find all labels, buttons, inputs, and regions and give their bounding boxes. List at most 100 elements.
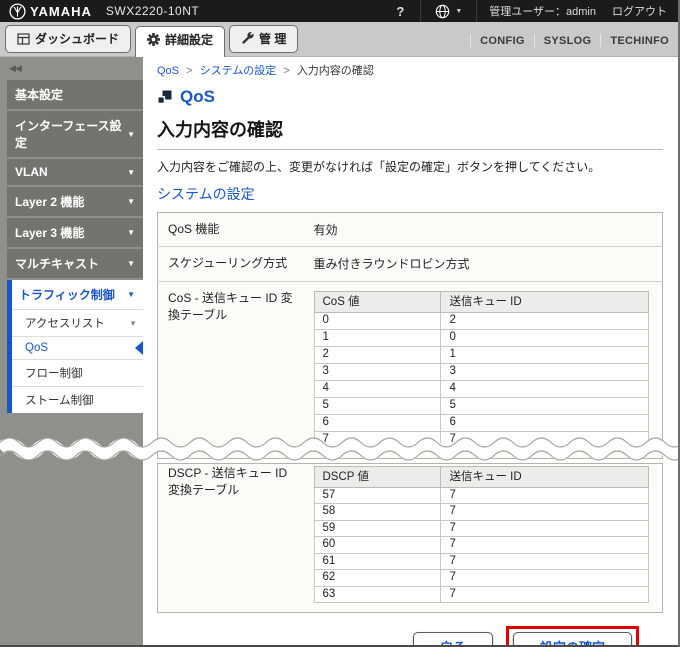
tab-label: 管 理: [259, 32, 287, 46]
breadcrumb-separator: >: [283, 65, 290, 77]
table-cell: 1: [313, 328, 442, 347]
table-cell: 59: [313, 520, 442, 538]
table-row: 62 7: [313, 569, 649, 587]
instruction-text: 入力内容をご確認の上、変更がなければ「設定の確定」ボタンを押してください。: [157, 160, 601, 174]
table-cell: 3: [313, 362, 442, 381]
cos-queue-mapping-table: CoS 値 送信キュー ID 0210213344556677: [313, 290, 649, 449]
logout-button[interactable]: ログアウト: [606, 3, 669, 19]
sidebar-group-traffic-control: トラフィック制御 ▼ アクセスリスト ▼ QoS フロー制御 ストーム制御: [7, 280, 143, 413]
summary-value: 有効: [313, 223, 338, 237]
sidebar-item-label: 基本設定: [15, 88, 64, 102]
red-annotation-box: 設定の確定: [505, 626, 639, 645]
sidebar-item-flow-control[interactable]: フロー制御: [12, 359, 143, 386]
table-row: 33: [313, 362, 649, 381]
title-divider: [157, 149, 663, 150]
table-cell: 0: [440, 328, 649, 347]
qos-section-icon: [157, 90, 172, 104]
table-row: 02: [313, 312, 649, 330]
table-cell: 1: [440, 345, 649, 364]
sidebar-item-label: QoS: [25, 342, 49, 354]
column-header: 送信キュー ID: [440, 290, 649, 313]
sidebar-item-basic-settings[interactable]: 基本設定: [7, 80, 143, 109]
table-row: 59 7: [313, 520, 649, 538]
summary-value: CoS 値 送信キュー ID 0210213344556677: [303, 280, 663, 459]
table-row: 63 7: [313, 586, 649, 604]
table-cell: 7: [440, 487, 649, 505]
syslog-link[interactable]: SYSLOG: [544, 35, 592, 47]
sidebar-item-label: Layer 3 機能: [15, 226, 85, 240]
tab-bar-links: CONFIG SYSLOG TECHINFO: [470, 34, 675, 56]
link-divider: [533, 34, 535, 47]
dscp-queue-mapping-table: DSCP 値 送信キュー ID 57 7 58 7 59 7 60 7 61 7 62 7 63 7: [313, 465, 649, 604]
sidebar-item-vlan[interactable]: VLAN ▼: [7, 159, 143, 185]
chevron-down-icon: ▼: [127, 197, 135, 206]
sidebar-item-layer2[interactable]: Layer 2 機能 ▼: [7, 187, 143, 216]
table-row: 55: [313, 396, 649, 415]
sidebar-item-multicast[interactable]: マルチキャスト ▼: [7, 249, 143, 278]
table-cell: 7: [440, 520, 649, 538]
sidebar-item-access-list[interactable]: アクセスリスト ▼: [12, 309, 143, 336]
back-button[interactable]: 戻る: [412, 632, 493, 645]
table-cell: 7: [440, 569, 649, 587]
sidebar-item-qos[interactable]: QoS: [12, 336, 143, 359]
summary-value: 重み付きラウンドロビン方式: [303, 246, 663, 282]
table-cell: 7: [313, 430, 442, 449]
language-selector[interactable]: ▼: [421, 4, 476, 19]
table-cell: 7: [440, 536, 649, 554]
tab-label: 詳細設定: [165, 33, 214, 47]
table-cell: 60: [313, 536, 442, 554]
sidebar-item-label: ストーム制御: [25, 395, 94, 407]
dscp-summary-table: DSCP - 送信キュー ID 変換テーブル DSCP 値 送信キュー ID 5…: [157, 462, 663, 614]
breadcrumb-link-qos[interactable]: QoS: [157, 65, 179, 77]
table-row: CoS - 送信キュー ID 変換テーブル CoS 値 送信キュー ID 021…: [157, 280, 663, 459]
sidebar-collapse-icon[interactable]: ◀◀: [7, 59, 143, 80]
column-header: 送信キュー ID: [440, 465, 649, 488]
sidebar-item-storm-control[interactable]: ストーム制御: [12, 386, 143, 413]
help-button[interactable]: ?: [380, 4, 420, 19]
link-divider: [470, 34, 472, 47]
subsection-title: システムの設定: [157, 186, 255, 202]
link-divider: [600, 34, 602, 47]
summary-label: CoS - 送信キュー ID 変換テーブル: [157, 280, 304, 459]
confirm-settings-button[interactable]: 設定の確定: [512, 632, 632, 645]
section-title: QoS: [180, 87, 215, 106]
table-row: 77: [313, 430, 649, 449]
summary-label: QoS 機能: [168, 222, 220, 236]
sidebar-nav: ◀◀ 基本設定 インターフェース設定 ▼ VLAN ▼ Layer 2 機能 ▼…: [0, 57, 143, 645]
table-row: 61 7: [313, 553, 649, 571]
table-cell: 4: [313, 379, 442, 398]
chevron-down-icon: ▼: [127, 259, 135, 268]
sidebar-item-label: アクセスリスト: [25, 318, 105, 330]
table-cell: 7: [440, 503, 649, 521]
column-header: DSCP 値: [313, 465, 442, 488]
table-cell: 58: [313, 503, 442, 521]
sidebar-item-label: インターフェース設定: [15, 119, 122, 150]
wrench-icon: [241, 32, 254, 45]
brand-name: YAMAHA: [30, 3, 92, 19]
table-cell: 5: [440, 396, 649, 415]
admin-user-label: 管理ユーザー：admin: [489, 6, 596, 18]
body-row: ◀◀ 基本設定 インターフェース設定 ▼ VLAN ▼ Layer 2 機能 ▼…: [0, 57, 678, 645]
top-header-right: ? ▼ 管理ユーザー：admin ログアウト: [380, 0, 669, 22]
chevron-down-icon: ▼: [127, 228, 135, 237]
config-link[interactable]: CONFIG: [480, 35, 525, 47]
sidebar-item-traffic-control[interactable]: トラフィック制御 ▼: [12, 280, 143, 309]
table-row: スケジューリング方式 重み付きラウンドロビン方式: [157, 246, 663, 282]
table-row: 60 7: [313, 536, 649, 554]
tab-dashboard[interactable]: ダッシュボード: [5, 25, 132, 53]
table-row: 58 7: [313, 503, 649, 521]
table-cell: 5: [313, 396, 442, 415]
table-header-row: CoS 値 送信キュー ID: [313, 290, 649, 313]
sidebar-item-layer3[interactable]: Layer 3 機能 ▼: [7, 218, 143, 247]
table-cell: 7: [440, 586, 649, 604]
tab-management[interactable]: 管 理: [229, 25, 299, 53]
sidebar-item-interface-settings[interactable]: インターフェース設定 ▼: [7, 111, 143, 157]
summary-label: DSCP - 送信キュー ID 変換テーブル: [168, 465, 288, 498]
chevron-down-icon: ▼: [127, 290, 135, 299]
chevron-down-icon: ▼: [127, 167, 135, 177]
tab-advanced-settings[interactable]: 詳細設定: [135, 26, 226, 57]
tab-bar: ダッシュボード 詳細設定 管 理 CONFIG SYSLOG TECHINFO: [0, 22, 678, 57]
breadcrumb-link-system-settings[interactable]: システムの設定: [200, 65, 277, 77]
techinfo-link[interactable]: TECHINFO: [610, 35, 669, 47]
breadcrumb-current: 入力内容の確認: [296, 65, 374, 77]
